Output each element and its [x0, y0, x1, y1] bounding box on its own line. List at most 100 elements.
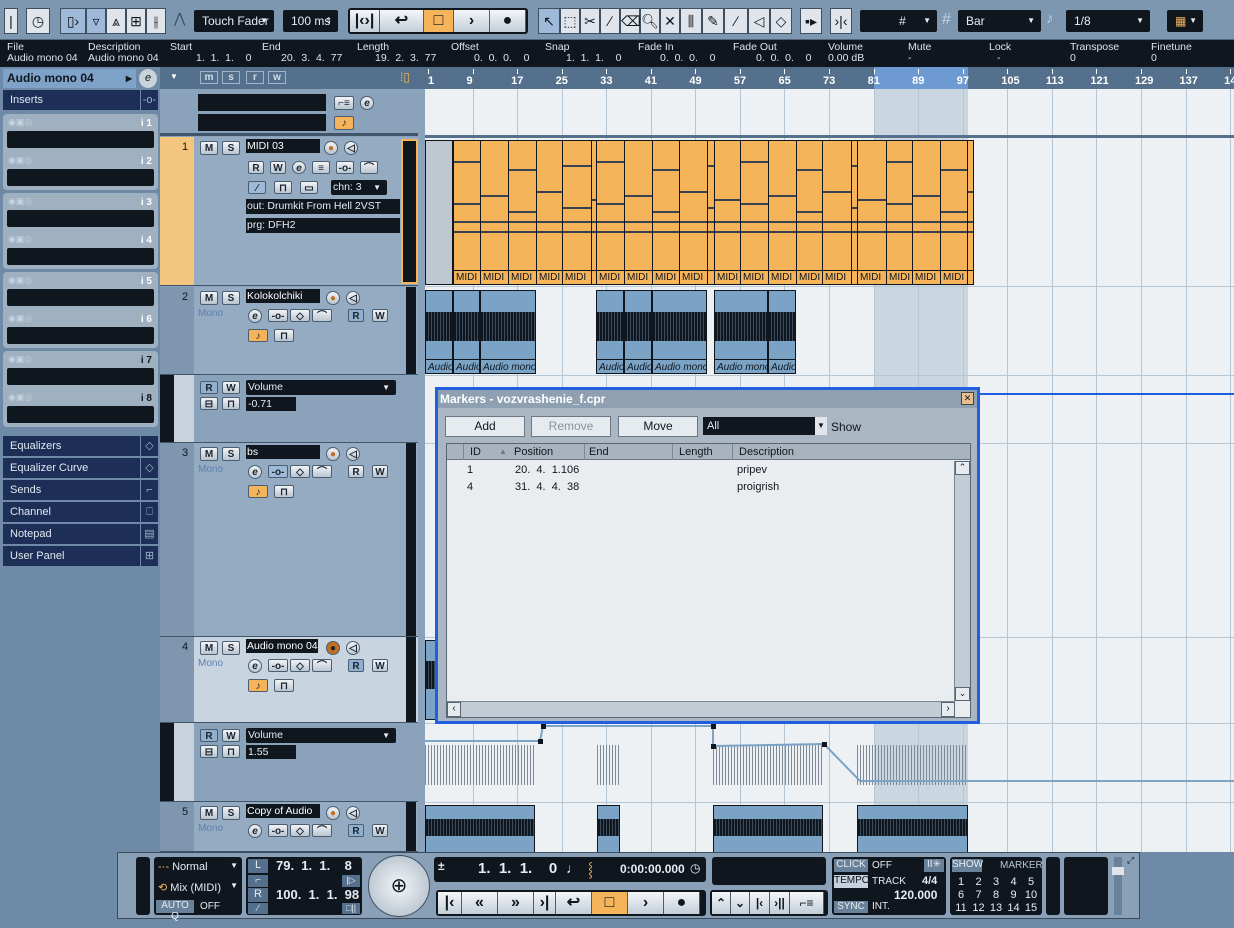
markers-title-bar[interactable]: Markers - vozvrashenie_f.cpr [438, 390, 977, 408]
lock-icon[interactable]: ⊓ [274, 181, 292, 194]
previous-marker-icon[interactable]: |‹ [750, 892, 770, 914]
show-overview-button[interactable]: ⩓ [106, 8, 126, 34]
insert-slot-controls-icon[interactable]: ◉▣◎ [8, 313, 32, 324]
play-icon[interactable]: › [628, 892, 664, 914]
lane-expand-toggle[interactable] [174, 375, 194, 442]
solo-button[interactable]: S [222, 806, 240, 820]
zoom-tool-icon[interactable]: 🔍︎ [640, 8, 660, 34]
musical-time-icon[interactable]: ♪ [334, 116, 354, 130]
infoline-value[interactable]: Audio mono 04 [88, 53, 159, 64]
marker-filter-dropdown[interactable]: All ▼ [703, 417, 827, 435]
cycle-icon[interactable]: ↩ [380, 10, 424, 32]
monitor-icon[interactable]: ◁ [346, 806, 360, 820]
keyboard-icon[interactable]: ▭ [300, 181, 318, 194]
show-markers-button[interactable]: SHOW [952, 859, 983, 872]
scroll-up-icon[interactable]: ⌃ [955, 461, 970, 475]
infoline-value[interactable]: 0.00 dB [828, 53, 864, 64]
add-marker-button[interactable]: Add [445, 416, 525, 437]
marker-add-icon[interactable]: ⌐≡ [334, 96, 354, 110]
insert-slot[interactable] [7, 289, 154, 306]
record-enable-button[interactable]: ● [326, 291, 340, 305]
right-locator-value[interactable]: 100. 1. 1. 98 [276, 887, 359, 902]
automation-value-field[interactable]: -0.71 [246, 397, 296, 411]
global-write-button[interactable]: w [268, 71, 286, 84]
locator-jump-icon[interactable]: |‹›| [350, 10, 380, 32]
lock-icon[interactable]: ⊓ [222, 745, 240, 758]
jog-shuttle-wheel[interactable]: ⊕ [368, 855, 430, 917]
marker-track[interactable]: ⌐≡ e ♪ [160, 90, 418, 136]
track-controls-settings-icon[interactable]: ⁞▯ [400, 70, 410, 84]
color-tool-icon[interactable]: ◇ [770, 8, 792, 34]
inserts-icon[interactable]: -o- [268, 659, 288, 672]
midi-sends-icon[interactable]: -o- [336, 161, 354, 174]
position-bars-value[interactable]: 1. 1. 1. 0 [478, 860, 557, 877]
line-tool-icon[interactable]: ∕ [724, 8, 748, 34]
marker-track-locator-field[interactable] [198, 114, 326, 131]
move-marker-button[interactable]: Move [618, 416, 698, 437]
activate-project-button[interactable]: | [4, 8, 18, 34]
automation-lane-volume[interactable]: R W Volume ▼ ⊟ ⊓ 1.55 [160, 723, 418, 802]
auto-quantize-button[interactable]: AUTO Q [156, 900, 194, 922]
left-locator-value[interactable]: 79. 1. 1. 8 [276, 858, 352, 873]
split-tool[interactable]: ✂ [580, 8, 600, 34]
inserts-icon[interactable]: -o- [268, 465, 288, 478]
marker-8-button[interactable]: 8 [987, 889, 1005, 901]
infoline-value[interactable]: 19. 2. 3. 77 [375, 53, 436, 64]
automation-point[interactable] [822, 742, 827, 747]
infoline-value[interactable]: Audio mono 04 [7, 53, 78, 64]
drum-map-icon[interactable]: ∕ [248, 181, 266, 194]
automation-lane-volume[interactable]: R W Volume ▼ ⊟ ⊓ -0.71 [160, 375, 418, 443]
write-automation-button[interactable]: W [372, 465, 388, 478]
global-read-button[interactable]: r [246, 71, 264, 84]
inspector-section-equalizer-curve[interactable]: Equalizer Curve ◇ [3, 458, 158, 479]
edit-channel-button[interactable]: e [248, 659, 262, 673]
marker-10-button[interactable]: 10 [1022, 889, 1040, 901]
marker-position[interactable]: 20. 4. 1.106 [515, 464, 579, 476]
edit-instrument-button[interactable]: e [292, 161, 306, 174]
lock-icon[interactable]: ⊓ [274, 329, 294, 342]
infoline-value[interactable]: 0. 0. 0. 0 [756, 53, 811, 64]
monitor-icon[interactable]: ◁ [346, 447, 360, 461]
record-enable-button[interactable]: ● [326, 641, 340, 655]
insert-slot-controls-icon[interactable]: ◉▣◎ [8, 196, 32, 207]
marker-7-button[interactable]: 7 [970, 889, 988, 901]
infoline-value[interactable]: 1. 1. 1. 0 [566, 53, 621, 64]
object-selection-tool[interactable]: ↖ [538, 8, 560, 34]
edit-channel-button[interactable]: e [248, 465, 262, 479]
write-automation-button[interactable]: W [372, 309, 388, 322]
show-event-infoline-button[interactable]: ▿ [86, 8, 106, 34]
monitor-icon[interactable]: ◁ [346, 641, 360, 655]
infoline-value[interactable]: 20. 3. 4. 77 [281, 53, 342, 64]
color-palette-dropdown[interactable]: ▦ ▼ [1167, 10, 1203, 32]
quantize-dropdown[interactable]: 1/8 ▼ [1066, 10, 1150, 32]
marker-9-button[interactable]: 9 [1005, 889, 1023, 901]
solo-button[interactable]: S [222, 641, 240, 655]
track-bs[interactable]: 3 M S bs ● ◁ Mono e -o- ◇ ⌒ R W ♪ ⊓ [160, 443, 418, 637]
play-tool-icon[interactable]: ◁ [748, 8, 770, 34]
insert-slot[interactable] [7, 248, 154, 265]
track-kolokolchiki[interactable]: 2 M S Kolokolchiki ● ◁ Mono e -o- ◇ ⌒ R … [160, 287, 418, 375]
mute-button[interactable]: M [200, 141, 218, 155]
click-button[interactable]: CLICK [834, 859, 868, 872]
write-automation-button[interactable]: W [372, 659, 388, 672]
time-warp-tool[interactable]: ⫼ [680, 8, 702, 34]
eq-icon[interactable]: ◇ [290, 465, 310, 478]
automation-mode-dropdown[interactable]: Touch Fader ▼ [194, 10, 274, 32]
marker-position[interactable]: 31. 4. 4. 38 [515, 481, 579, 493]
inspector-section-channel[interactable]: Channel ⎕ [3, 502, 158, 523]
go-to-start-icon[interactable]: |‹ [438, 892, 462, 914]
write-automation-button[interactable]: W [222, 381, 240, 394]
insert-slot-controls-icon[interactable]: ◉▣◎ [8, 392, 32, 403]
record-mode-dropdown[interactable]: -·- Normal ▼ [158, 861, 240, 873]
time-signature[interactable]: 4/4 [922, 875, 937, 887]
column-description[interactable]: Description [732, 444, 932, 460]
midi-inserts-icon[interactable]: ≡ [312, 161, 330, 174]
grid-type-dropdown[interactable]: # ▼ [860, 10, 937, 32]
automation-point[interactable] [541, 724, 546, 729]
monitor-icon[interactable]: ◁ [344, 141, 358, 155]
infoline-value[interactable]: 0 [1151, 53, 1157, 64]
section-icon[interactable]: ◇ [140, 458, 158, 479]
midi-output-field[interactable]: out: Drumkit From Hell 2VST [246, 199, 400, 214]
track-copy-of-audio[interactable]: 5 M S Copy of Audio ● ◁ Mono e -o- ◇ ⌒ R… [160, 802, 418, 852]
mute-button[interactable]: M [200, 291, 218, 305]
